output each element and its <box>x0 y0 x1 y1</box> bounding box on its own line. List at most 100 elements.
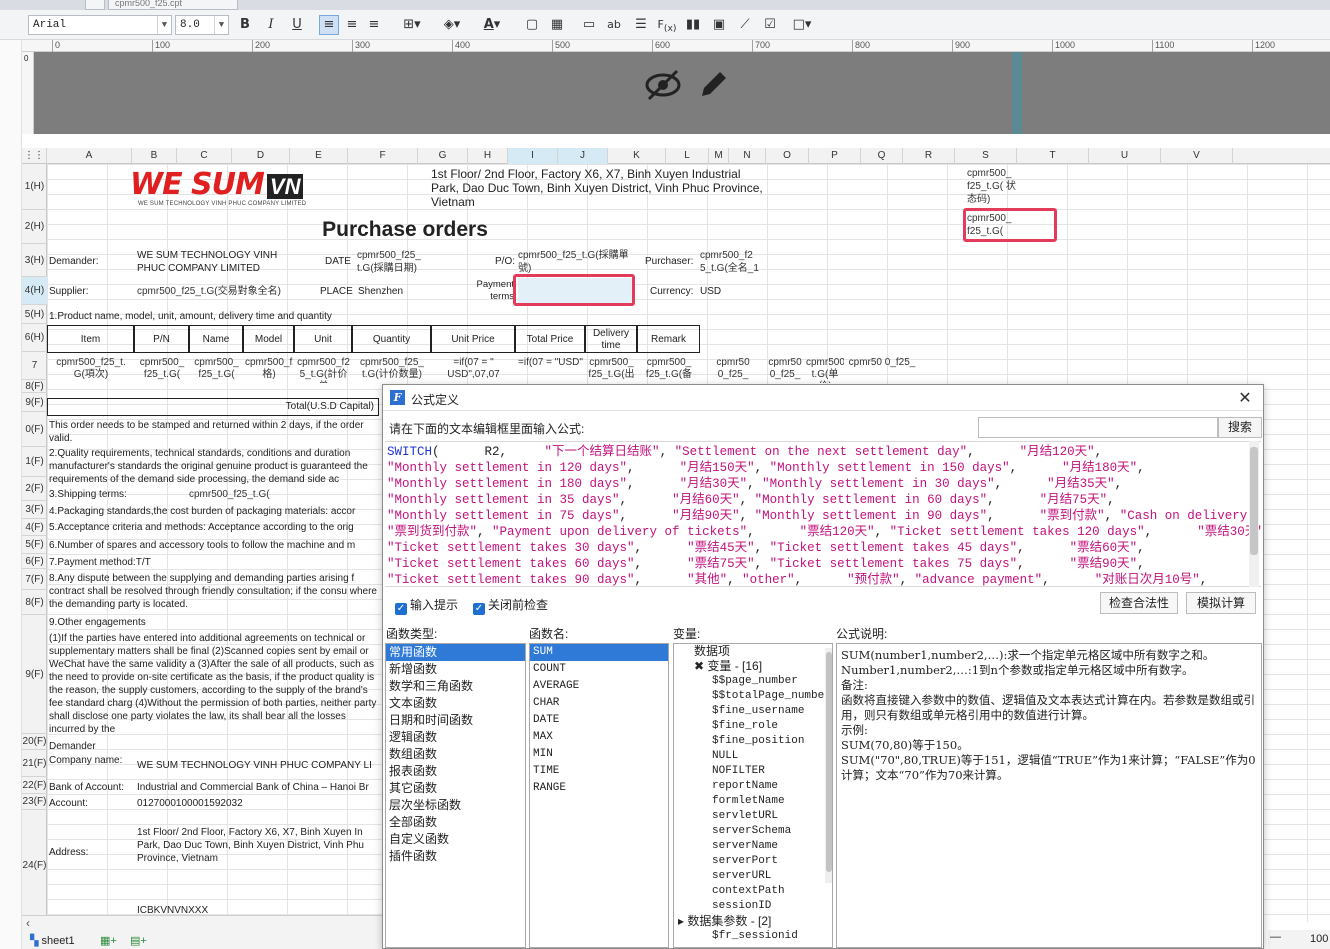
add-sheet-icon[interactable]: ▦+ <box>100 934 117 947</box>
align-left-button[interactable]: ≡ <box>319 15 339 35</box>
company-value[interactable]: WE SUM TECHNOLOGY VINH PHUC COMPANY LI <box>137 759 383 773</box>
date-value[interactable]: cpmr500_f25_ t.G(採購日期) <box>357 249 429 277</box>
dataset-param-group[interactable]: ▸ 数据集参数 - [2] <box>674 914 832 929</box>
zoom-value[interactable]: 100 <box>1310 933 1328 945</box>
function-name-item[interactable]: AVERAGE <box>530 678 668 695</box>
function-type-item[interactable]: 数学和三角函数 <box>386 678 525 695</box>
row-header[interactable]: 6(F) <box>22 554 47 569</box>
row7-cell[interactable]: cpmr500_ f25_t.G(备 <box>639 357 699 383</box>
row-header[interactable]: 7 <box>22 352 47 380</box>
function-type-item[interactable]: 新增函数 <box>386 661 525 678</box>
row7-cell[interactable]: cpmr500_f2 5_t.G(計价单 <box>296 357 351 383</box>
variable-item[interactable]: servletURL <box>674 809 832 824</box>
account-value[interactable]: 0127000100001592032 <box>137 797 337 811</box>
row7-cell[interactable]: cpmr500_ f25_t.G( <box>191 357 242 383</box>
column-header-i[interactable]: I <box>508 148 558 164</box>
row-header[interactable]: 3(H) <box>22 244 47 277</box>
search-button[interactable]: 搜索 <box>1218 417 1262 438</box>
column-header-t[interactable]: T <box>1017 148 1089 164</box>
sheet-tab[interactable]: ▚ sheet1 <box>30 934 75 947</box>
row7-cell[interactable]: cpmr50 0_f25_ <box>767 357 803 383</box>
variable-root[interactable]: 数据项 <box>674 644 832 659</box>
align-right-button[interactable]: ≡ <box>364 15 384 35</box>
column-header-u[interactable]: U <box>1089 148 1161 164</box>
column-header-v[interactable]: V <box>1161 148 1233 164</box>
ab-button[interactable]: ab <box>604 15 624 35</box>
cell-r1[interactable]: cpmr500_ f25_t.G( 状态码) <box>967 167 1019 209</box>
row-header[interactable]: 4(H) <box>22 277 47 305</box>
check-before-close-checkbox[interactable]: ✓ 关闭前检查 <box>473 596 548 615</box>
variable-item[interactable]: reportName <box>674 779 832 794</box>
slash-button[interactable]: ⟋ <box>735 15 755 35</box>
scroll-left-icon[interactable]: ‹ <box>26 916 30 930</box>
merge-button[interactable]: ▢ <box>522 15 542 35</box>
row7-cell[interactable]: cpmr500_f25_t.G(規 格) <box>245 357 293 383</box>
font-name-select[interactable]: Arial ▼ <box>28 15 172 35</box>
edit-icon[interactable] <box>696 68 730 102</box>
editor-scroll-thumb[interactable] <box>1250 447 1258 555</box>
column-header-l[interactable]: L <box>666 148 709 164</box>
formula-editor[interactable]: SWITCH( R2, "下一个结算日结账", "Settlement on t… <box>385 441 1261 587</box>
bold-button[interactable]: B <box>235 15 255 35</box>
function-name-item[interactable]: RANGE <box>530 780 668 797</box>
purchaser-value[interactable]: cpmr500_f2 5_t.G(全名_1 <box>700 249 764 277</box>
function-name-item[interactable]: COUNT <box>530 661 668 678</box>
po-value[interactable]: cpmr500_f25_t.G(採購單號) <box>518 249 634 277</box>
variable-item[interactable]: $$totalPage_number <box>674 689 832 704</box>
row-header[interactable]: 3(F) <box>22 501 47 519</box>
row-header[interactable]: 1(F) <box>22 447 47 477</box>
column-header-h[interactable]: H <box>468 148 508 164</box>
column-header-e[interactable]: E <box>290 148 348 164</box>
address-value[interactable]: 1st Floor/ 2nd Floor, Factory X6, X7, Bi… <box>137 826 383 868</box>
function-type-item[interactable]: 插件函数 <box>386 848 525 865</box>
column-header-g[interactable]: G <box>418 148 468 164</box>
row7-cell[interactable]: cpmr500_f25_ t.G(单价) <box>806 357 844 383</box>
widget-button[interactable]: ☑ <box>760 15 780 35</box>
close-icon[interactable]: ✕ <box>1235 388 1255 408</box>
underline-button[interactable]: U <box>287 15 307 35</box>
row-header[interactable]: 5(F) <box>22 536 47 554</box>
row7-cell[interactable]: cpmr50 0_f25_ <box>702 357 764 383</box>
font-color-button[interactable]: A▾ <box>476 15 508 35</box>
variable-item[interactable]: NULL <box>674 749 832 764</box>
function-type-item[interactable]: 全部函数 <box>386 814 525 831</box>
function-name-list[interactable]: SUM COUNT AVERAGE CHAR DATE MAX MIN TIME RANGE <box>529 643 669 948</box>
row-header[interactable]: 2(F) <box>22 477 47 501</box>
fill-color-button[interactable]: ◈▾ <box>436 15 468 35</box>
function-name-item[interactable]: MAX <box>530 729 668 746</box>
column-header-a[interactable]: A <box>47 148 132 164</box>
row-header[interactable]: 5(H) <box>22 305 47 324</box>
function-name-item[interactable]: SUM <box>530 644 668 661</box>
column-header-k[interactable]: K <box>608 148 666 164</box>
function-name-item[interactable]: TIME <box>530 763 668 780</box>
variable-group[interactable]: ✖ 变量 - [16] <box>674 659 832 674</box>
row-header[interactable]: 8(F) <box>22 590 47 615</box>
row-header[interactable]: 4(F) <box>22 519 47 536</box>
variable-item[interactable]: contextPath <box>674 884 832 899</box>
column-header-s[interactable]: S <box>955 148 1017 164</box>
row7-cell[interactable]: cpmr500_ f25_t.G( <box>136 357 188 383</box>
row7-cell[interactable]: cpmr50 0_f25_ <box>847 357 917 383</box>
input-hint-checkbox[interactable]: ✓ 输入提示 <box>395 596 458 615</box>
row-header[interactable]: 9(F) <box>22 393 47 412</box>
row-header[interactable]: 20(F) <box>22 734 47 750</box>
font-size-select[interactable]: 8.0 ▼ <box>175 15 229 35</box>
row-header[interactable]: 22(F) <box>22 777 47 794</box>
variable-scroll-thumb[interactable] <box>826 652 832 872</box>
function-type-item[interactable]: 数组函数 <box>386 746 525 763</box>
variable-tree[interactable]: 数据项 ✖ 变量 - [16] $$page_number $$totalPage_n… <box>673 643 833 948</box>
variable-item[interactable]: $fine_username <box>674 704 832 719</box>
row7-cell[interactable]: cpmr500_f25_ t.G(计价数量) <box>354 357 430 383</box>
function-type-item[interactable]: 层次坐标函数 <box>386 797 525 814</box>
border-button[interactable]: ⊞▾ <box>396 15 428 35</box>
text-field-button[interactable]: ▭ <box>579 15 599 35</box>
formula-button[interactable]: F(x) <box>657 15 677 35</box>
table-button[interactable]: ▦ <box>547 15 567 35</box>
column-header-q[interactable]: Q <box>861 148 903 164</box>
editor-scrollbar[interactable] <box>1249 441 1259 587</box>
column-header-c[interactable]: C <box>177 148 232 164</box>
align-center-button[interactable]: ≡ <box>342 15 362 35</box>
column-header-b[interactable]: B <box>132 148 177 164</box>
row-header[interactable]: 7(F) <box>22 569 47 590</box>
currency-value[interactable]: USD <box>700 285 750 299</box>
